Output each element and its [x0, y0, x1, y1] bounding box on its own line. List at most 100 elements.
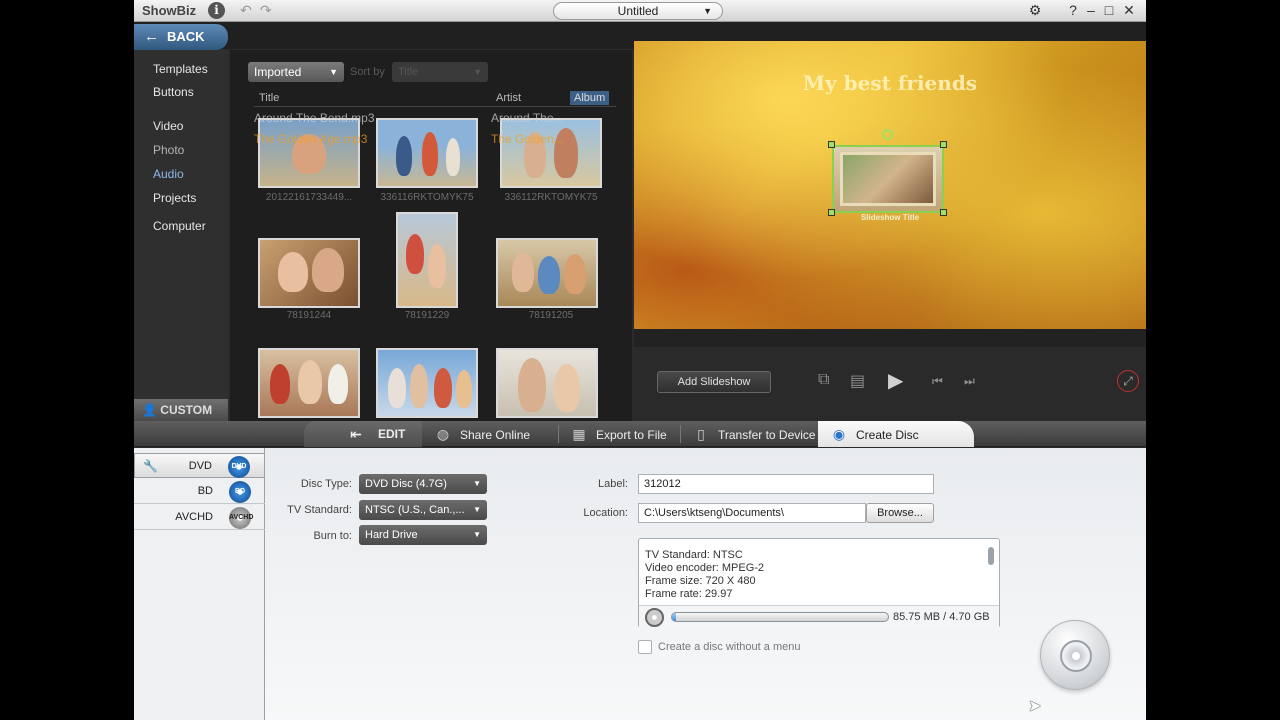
- info-line: TV Standard: NTSC: [645, 549, 743, 561]
- back-label: BACK: [167, 29, 205, 44]
- burn-to-value: Hard Drive: [365, 529, 418, 541]
- location-input[interactable]: C:\Users\ktseng\Documents\: [638, 503, 866, 523]
- source-filter-dropdown[interactable]: Imported ▼: [248, 62, 344, 82]
- custom-button[interactable]: 👤 CUSTOM: [134, 399, 228, 421]
- sort-by-dropdown[interactable]: Title ▼: [392, 62, 488, 82]
- nav-item-projects[interactable]: Projects: [153, 191, 196, 205]
- nav-item-photo[interactable]: Photo: [153, 143, 184, 157]
- rotate-handle[interactable]: [882, 129, 893, 140]
- slide-settings-icon[interactable]: ⧉: [818, 371, 829, 389]
- info-line: Frame rate: 29.97: [645, 588, 733, 600]
- disc-type-dropdown[interactable]: DVD Disc (4.7G) ▼: [359, 474, 487, 494]
- back-arrow-icon: ←: [144, 28, 159, 45]
- nav-item-templates[interactable]: Templates: [153, 62, 208, 76]
- disc-type-value: DVD Disc (4.7G): [365, 478, 447, 490]
- resize-handle[interactable]: [828, 141, 835, 148]
- burn-disc-icon: [1060, 640, 1092, 672]
- previous-icon[interactable]: ⏮: [932, 374, 943, 389]
- avchd-icon: AVCHD: [229, 507, 253, 529]
- disc-type-bd[interactable]: BD BD: [134, 479, 265, 504]
- globe-icon: ◍: [436, 426, 450, 442]
- media-thumbnail[interactable]: [258, 238, 360, 308]
- tab-share-online[interactable]: ◍ Share Online: [430, 421, 556, 447]
- project-title: Untitled: [617, 4, 659, 18]
- disc-usage-fill: [672, 613, 676, 621]
- redo-icon[interactable]: ↷: [260, 2, 272, 19]
- tab-create-disc[interactable]: ◉ Create Disc: [818, 421, 974, 447]
- no-menu-label: Create a disc without a menu: [658, 641, 801, 653]
- edit-arrow-icon: ⇤: [350, 426, 362, 442]
- no-menu-checkbox[interactable]: [638, 640, 652, 654]
- slideshow-title-caption[interactable]: Slideshow Title: [634, 213, 1146, 222]
- help-icon[interactable]: ?: [1064, 2, 1082, 18]
- undo-icon[interactable]: ↶: [240, 2, 252, 19]
- info-scrollbar[interactable]: [988, 547, 994, 565]
- tab-transfer-to-device[interactable]: ▯ Transfer to Device: [688, 421, 816, 447]
- media-thumbnail[interactable]: [376, 348, 478, 418]
- audio-title[interactable]: Around The Bend.mp3: [254, 111, 375, 125]
- photo-frame[interactable]: [832, 145, 944, 213]
- tab-edit[interactable]: ⇤ EDIT: [304, 421, 422, 447]
- project-title-dropdown[interactable]: Untitled ▼: [553, 2, 723, 20]
- disc-type-field-label: Disc Type:: [300, 478, 352, 490]
- nav-item-buttons[interactable]: Buttons: [153, 85, 194, 99]
- app-name: ShowBiz: [142, 3, 197, 18]
- chevron-down-icon: ▼: [473, 67, 482, 77]
- gear-icon[interactable]: ⚙: [1026, 2, 1044, 19]
- play-icon[interactable]: ▶: [888, 368, 903, 393]
- next-icon[interactable]: ⏭: [964, 374, 975, 389]
- disc-type-dvd[interactable]: 🔧 DVD DVD: [134, 453, 265, 478]
- tab-create-disc-label: Create Disc: [856, 428, 919, 442]
- column-divider: [254, 106, 616, 107]
- media-thumbnail[interactable]: [496, 348, 598, 418]
- close-icon[interactable]: ✕: [1120, 2, 1138, 19]
- disc-type-list: 🔧 DVD DVD BD BD AVCHD AVCHD: [134, 448, 265, 720]
- back-button[interactable]: ← BACK: [134, 24, 228, 50]
- disc-icon: ◉: [832, 426, 846, 442]
- wrench-icon[interactable]: 🔧: [143, 459, 158, 473]
- resize-handle[interactable]: [940, 141, 947, 148]
- media-caption: 78191205: [528, 310, 574, 321]
- burn-disc-button[interactable]: [1040, 620, 1110, 690]
- audio-title[interactable]: The Golden Age.mp3: [254, 132, 367, 146]
- audio-artist[interactable]: The Golden...: [491, 132, 564, 146]
- audio-artist[interactable]: Around The...: [491, 111, 564, 125]
- column-header-artist[interactable]: Artist: [496, 92, 521, 104]
- nav-item-audio[interactable]: Audio: [153, 167, 184, 181]
- slideshow-preview[interactable]: My best friends Slideshow Title: [634, 41, 1146, 329]
- fullscreen-preview-icon[interactable]: ⤢: [1117, 370, 1139, 392]
- media-thumbnail[interactable]: [258, 118, 360, 188]
- column-header-album[interactable]: Album: [570, 91, 610, 105]
- browse-button[interactable]: Browse...: [866, 503, 934, 523]
- column-header-title[interactable]: Title: [259, 92, 279, 104]
- title-bar: ShowBiz i ↶ ↷ Untitled ▼ ⚙ ? – □ ✕: [134, 0, 1146, 22]
- burn-to-field-label: Burn to:: [313, 530, 352, 542]
- chevron-down-icon: ▼: [329, 67, 338, 77]
- disc-label-input[interactable]: 312012: [638, 474, 934, 494]
- storyboard-icon[interactable]: ▤: [850, 371, 865, 391]
- slide-title[interactable]: My best friends: [634, 71, 1146, 95]
- media-thumbnail[interactable]: [376, 118, 478, 188]
- disc-usage-bar: [671, 612, 889, 622]
- media-thumbnail[interactable]: [258, 348, 360, 418]
- media-thumbnail[interactable]: [396, 212, 458, 308]
- tab-export-label: Export to File: [596, 428, 667, 442]
- minimize-icon[interactable]: –: [1082, 2, 1100, 18]
- disc-type-avchd[interactable]: AVCHD AVCHD: [134, 505, 265, 530]
- media-caption: 20122161733449...: [265, 192, 353, 203]
- sort-by-value: Title: [398, 66, 419, 78]
- chevron-down-icon: ▼: [473, 530, 481, 539]
- media-thumbnail[interactable]: [496, 238, 598, 308]
- media-thumbnail[interactable]: [500, 118, 602, 188]
- chevron-down-icon: ▼: [703, 6, 712, 16]
- location-field-label: Location:: [583, 507, 628, 519]
- info-icon[interactable]: i: [208, 2, 225, 19]
- tab-export-to-file[interactable]: ▦ Export to File: [566, 421, 676, 447]
- burn-to-dropdown[interactable]: Hard Drive ▼: [359, 525, 487, 545]
- maximize-icon[interactable]: □: [1100, 2, 1118, 18]
- tv-standard-dropdown[interactable]: NTSC (U.S., Can.,... ▼: [359, 500, 487, 520]
- playback-controls: Add Slideshow ⧉ ▤ ▶ ⏮ ⏭ ⤢: [634, 329, 1146, 421]
- nav-item-video[interactable]: Video: [153, 119, 183, 133]
- add-slideshow-button[interactable]: Add Slideshow: [657, 371, 771, 393]
- nav-item-computer[interactable]: Computer: [153, 219, 206, 233]
